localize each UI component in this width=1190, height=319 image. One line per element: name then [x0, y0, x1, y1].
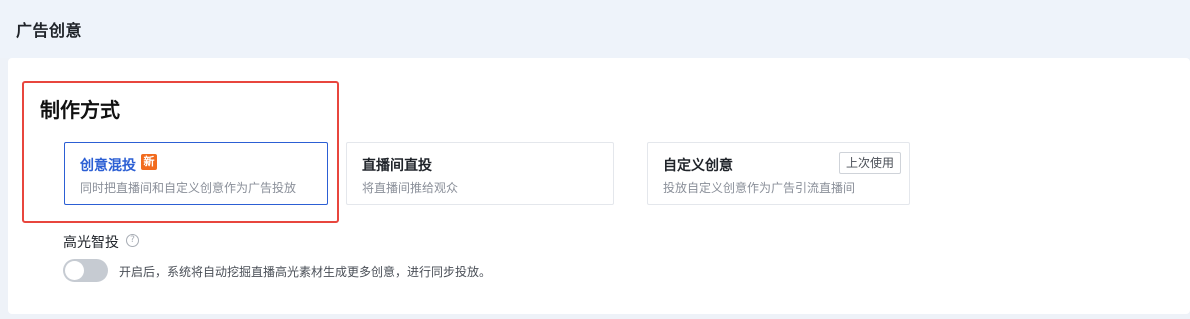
card-title: 自定义创意 — [663, 158, 733, 174]
section-title-production-method: 制作方式 — [40, 98, 120, 122]
smart-delivery-toggle[interactable] — [63, 259, 108, 282]
option-card-mixed-creative[interactable]: 创意混投 新 同时把直播间和自定义创意作为广告投放 — [64, 142, 328, 205]
page-header: 广告创意 — [0, 0, 1190, 58]
card-description: 将直播间推给观众 — [362, 181, 459, 195]
card-description: 投放自定义创意作为广告引流直播间 — [663, 181, 856, 195]
option-card-live-room-direct[interactable]: 直播间直投 将直播间推给观众 — [346, 142, 614, 205]
smart-delivery-description: 开启后，系统将自动挖掘直播高光素材生成更多创意，进行同步投放。 — [119, 265, 492, 279]
toggle-knob — [65, 261, 84, 280]
page-title: 广告创意 — [16, 21, 83, 40]
smart-delivery-label: 高光智投 — [63, 235, 119, 251]
card-title: 直播间直投 — [362, 158, 432, 174]
last-used-tag: 上次使用 — [838, 152, 901, 174]
option-card-custom-creative[interactable]: 自定义创意 上次使用 投放自定义创意作为广告引流直播间 — [647, 142, 910, 205]
card-title: 创意混投 — [80, 158, 136, 174]
help-icon[interactable]: ? — [126, 234, 139, 247]
new-badge: 新 — [141, 154, 157, 170]
card-description: 同时把直播间和自定义创意作为广告投放 — [80, 181, 297, 195]
